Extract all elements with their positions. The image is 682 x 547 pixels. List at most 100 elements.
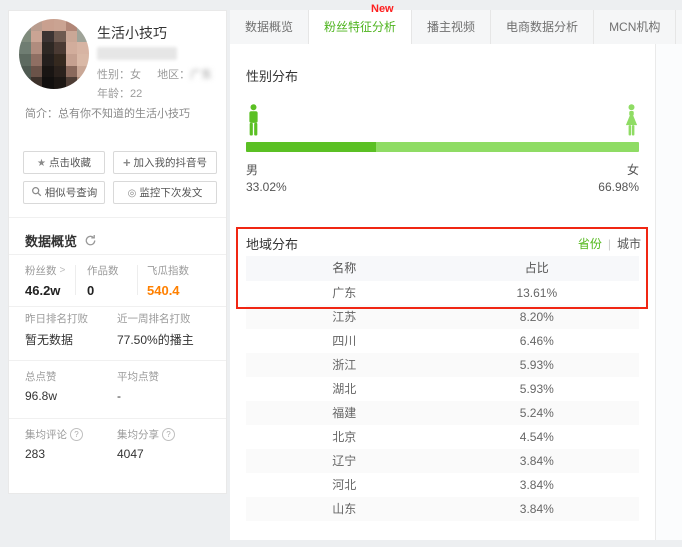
- gender-label: 性别：: [97, 69, 130, 81]
- monitor-icon: ◎: [128, 187, 137, 199]
- new-badge: New: [371, 3, 394, 15]
- profile-card: 生活小技巧 性别：女 地区：广东 年龄：22 简介：总有你不知道的生活小技巧 ★…: [8, 10, 227, 494]
- profile-meta-age: 年龄：22: [97, 85, 142, 101]
- female-pct: 66.98%: [598, 179, 639, 196]
- stat-value: 46.2w: [25, 283, 65, 298]
- profile-name: 生活小技巧: [97, 23, 167, 43]
- geo-pct: 6.46%: [462, 329, 611, 353]
- male-icon: [246, 104, 261, 136]
- stat-value: 暂无数据: [25, 331, 88, 348]
- gender-value: 女: [130, 69, 141, 81]
- age-value: 22: [130, 88, 142, 100]
- geo-col-pct: 占比: [462, 256, 611, 281]
- stat: 总点赞 96.8w: [25, 369, 57, 403]
- monitor-button[interactable]: ◎监控下次发文: [113, 181, 217, 204]
- chevron-right-icon[interactable]: >: [60, 265, 66, 276]
- overview-title: 数据概览: [25, 231, 97, 250]
- tab-item[interactable]: 活跃粉丝: [676, 10, 682, 44]
- fan-analysis-panel: 性别分布 男 33.02% 女 66.98% 地域分布 省份|城市 名称占比广东…: [230, 44, 655, 540]
- tab-item[interactable]: 数据概览: [230, 10, 309, 44]
- divider: [9, 217, 226, 218]
- tab-active[interactable]: 粉丝特征分析: [309, 10, 412, 44]
- female-stat: 女 66.98%: [598, 162, 639, 196]
- tab-item[interactable]: 播主视频: [412, 10, 491, 44]
- stat-label: 集均分享?: [117, 427, 175, 442]
- profile-intro: 简介：总有你不知道的生活小技巧: [25, 105, 190, 121]
- tab-item[interactable]: 电商数据分析: [491, 10, 594, 44]
- search-icon: [31, 186, 42, 200]
- geo-pct: 3.84%: [462, 449, 611, 473]
- geo-header-row: 名称占比: [246, 256, 639, 281]
- stat-label: 总点赞: [25, 369, 57, 384]
- geo-row[interactable]: 湖北5.93%: [246, 377, 639, 401]
- stat-label: 近一周排名打败: [117, 311, 194, 326]
- male-stat: 男 33.02%: [246, 162, 287, 196]
- region-section-title: 地域分布: [246, 234, 298, 253]
- geo-toggle: 省份|城市: [578, 235, 641, 252]
- age-label: 年龄：: [97, 88, 130, 100]
- geo-name: 辽宁: [246, 449, 443, 473]
- geo-pct: 5.24%: [462, 401, 611, 425]
- stat-value: 0: [87, 283, 119, 298]
- divider: [9, 360, 226, 361]
- tab-bar: 数据概览粉丝特征分析播主视频电商数据分析MCN机构活跃粉丝: [230, 10, 682, 44]
- tab-item[interactable]: MCN机构: [594, 10, 676, 44]
- female-label: 女: [598, 162, 639, 179]
- refresh-icon[interactable]: [84, 234, 97, 247]
- geo-name: 山东: [246, 497, 443, 521]
- geo-name: 四川: [246, 329, 443, 353]
- stat: 集均分享? 4047: [117, 427, 175, 461]
- stat-label: 平均点赞: [117, 369, 159, 384]
- search-button[interactable]: 相似号查询: [23, 181, 105, 204]
- stat-value: 77.50%的播主: [117, 331, 194, 348]
- gender-bar-male: [246, 142, 376, 152]
- plus-button[interactable]: +加入我的抖音号: [113, 151, 217, 174]
- plus-icon: +: [123, 156, 131, 170]
- geo-row[interactable]: 四川 6.46%: [246, 329, 639, 353]
- stat-value: 4047: [117, 447, 175, 461]
- stat-label: 飞瓜指数: [147, 263, 189, 278]
- geo-pct: 4.54%: [462, 425, 611, 449]
- star-icon: ★: [37, 157, 46, 169]
- stat-label: 粉丝数>: [25, 263, 65, 278]
- stat: 粉丝数> 46.2w: [25, 263, 65, 298]
- geo-row[interactable]: 山东3.84%: [246, 497, 639, 521]
- stat-label: 作品数: [87, 263, 119, 278]
- star-button[interactable]: ★点击收藏: [23, 151, 105, 174]
- geo-row[interactable]: 江苏 8.20%: [246, 305, 639, 329]
- geo-row[interactable]: 北京 4.54%: [246, 425, 639, 449]
- geo-toggle-city[interactable]: 城市: [617, 237, 641, 251]
- action-buttons: ★点击收藏 +加入我的抖音号相似号查询 ◎监控下次发文: [23, 151, 217, 204]
- stat: 平均点赞-: [117, 369, 159, 403]
- geo-pct: 3.84%: [462, 473, 611, 497]
- geo-name: 河北: [246, 473, 443, 497]
- geo-name: 江苏: [246, 305, 443, 329]
- region-value-censored: 广东: [190, 69, 212, 81]
- geo-col-name: 名称: [246, 256, 443, 281]
- geo-name: 北京: [246, 425, 443, 449]
- geo-row[interactable]: 河北 3.84%: [246, 473, 639, 497]
- geo-row[interactable]: 广东13.61%: [246, 281, 639, 305]
- stat-label: 昨日排名打败: [25, 311, 88, 326]
- censored-id: [97, 47, 177, 60]
- help-icon[interactable]: ?: [162, 428, 175, 441]
- stat: 昨日排名打败暂无数据: [25, 311, 88, 348]
- divider: [75, 265, 76, 295]
- right-gutter: [655, 44, 682, 540]
- stat: 飞瓜指数 540.4: [147, 263, 189, 298]
- geo-row[interactable]: 福建5.24%: [246, 401, 639, 425]
- stat: 集均评论?283: [25, 427, 83, 461]
- divider: [137, 265, 138, 295]
- divider: [9, 254, 226, 255]
- geo-pct: 8.20%: [462, 305, 611, 329]
- profile-meta-gender-region: 性别：女 地区：广东: [97, 66, 212, 82]
- geo-row[interactable]: 浙江5.93%: [246, 353, 639, 377]
- help-icon[interactable]: ?: [70, 428, 83, 441]
- geo-toggle-province[interactable]: 省份: [578, 237, 602, 251]
- stat-value: 540.4: [147, 283, 189, 298]
- geo-row[interactable]: 辽宁 3.84%: [246, 449, 639, 473]
- stat-value: 96.8w: [25, 389, 57, 403]
- avatar: [19, 19, 89, 89]
- geo-pct: 5.93%: [462, 353, 611, 377]
- geo-pct: 5.93%: [462, 377, 611, 401]
